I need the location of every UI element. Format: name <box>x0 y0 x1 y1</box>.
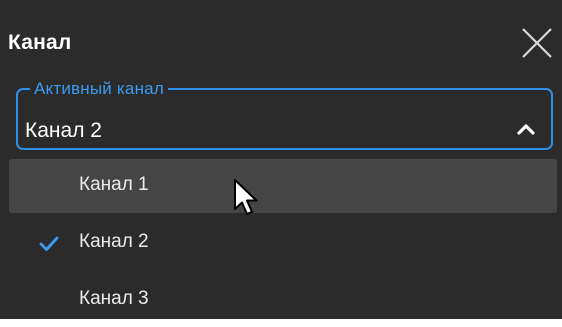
option-label: Канал 3 <box>79 288 149 309</box>
chevron-up-icon <box>517 124 535 135</box>
option-label: Канал 2 <box>79 231 149 252</box>
close-button[interactable] <box>520 26 554 60</box>
channel-dropdown-list: Канал 1 Канал 2 Канал 3 <box>9 159 557 319</box>
checkmark-icon <box>39 236 59 251</box>
dropdown-option-channel-2[interactable]: Канал 2 <box>9 216 557 270</box>
close-icon <box>522 28 552 58</box>
mouse-pointer-icon <box>234 179 258 215</box>
panel-header: Канал <box>0 0 562 70</box>
active-channel-label: Активный канал <box>34 79 164 98</box>
active-channel-value: Канал 2 <box>25 119 102 142</box>
active-channel-select[interactable]: Активный канал Канал 2 <box>16 80 553 150</box>
option-label: Канал 1 <box>79 174 149 195</box>
panel-title: Канал <box>8 31 72 54</box>
channel-panel: Канал Активный канал Канал 2 Канал 1 Кан… <box>0 0 562 319</box>
dropdown-option-channel-1[interactable]: Канал 1 <box>9 159 557 213</box>
